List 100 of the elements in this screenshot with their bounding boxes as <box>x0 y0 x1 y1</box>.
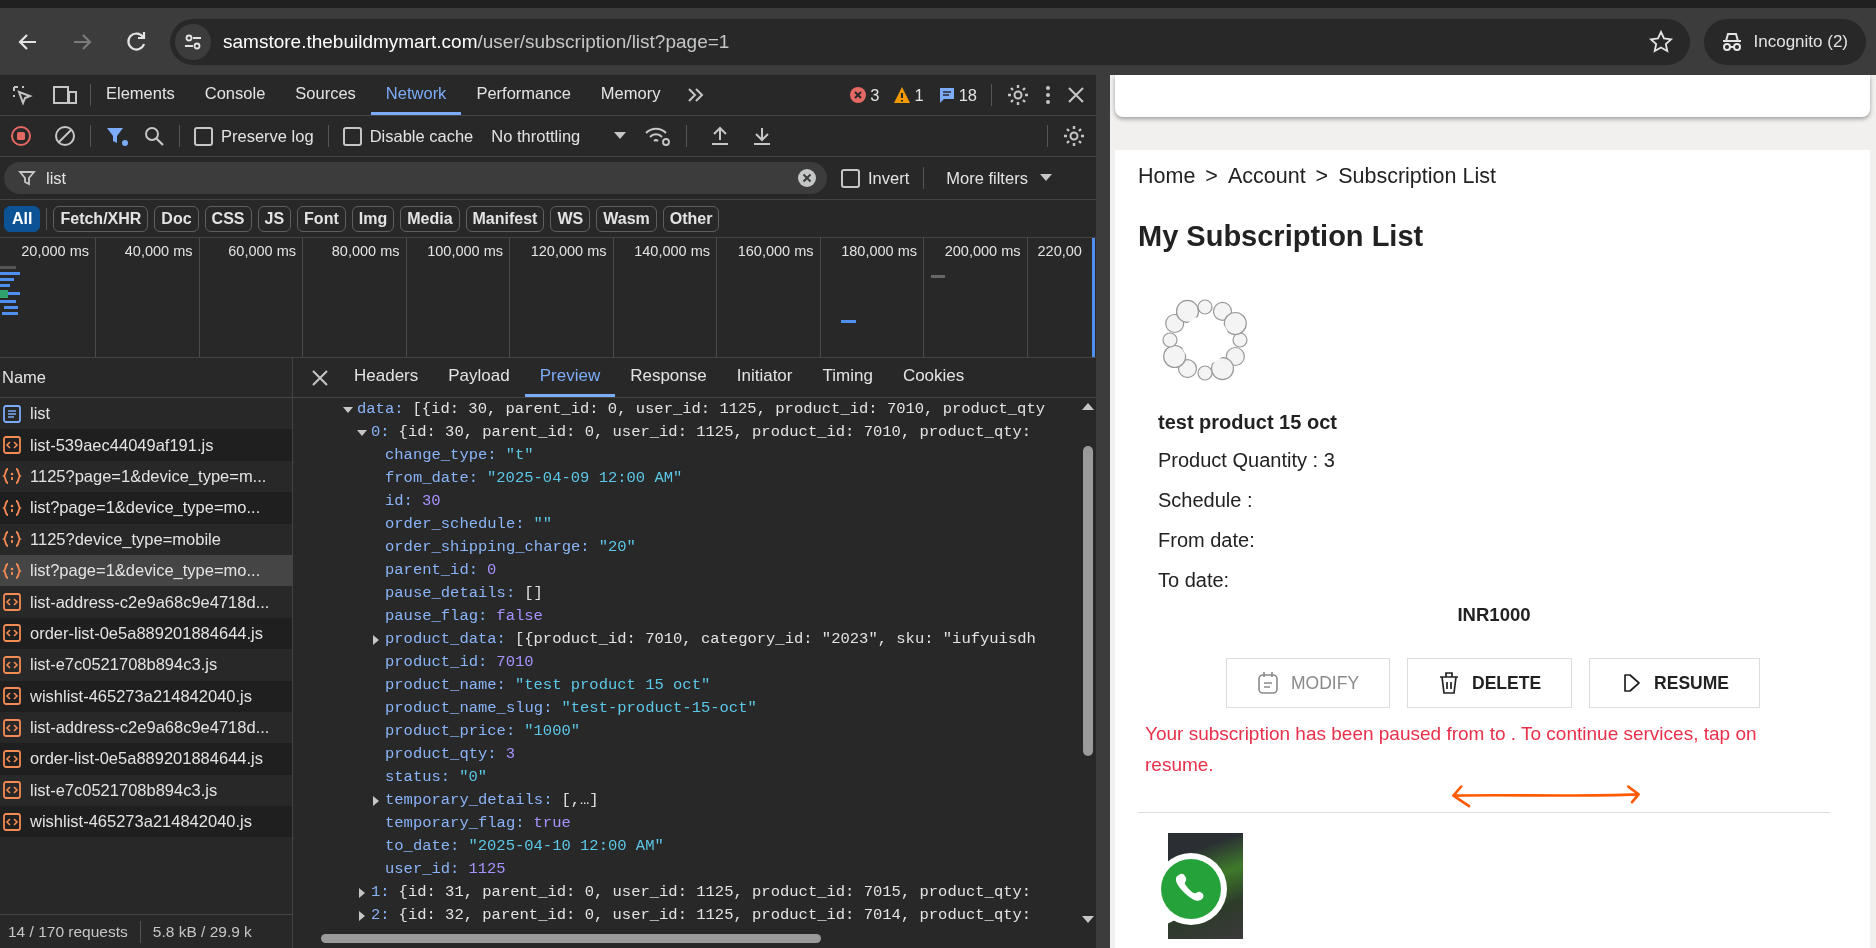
property-key: pause_flag: <box>385 605 488 628</box>
panel-tab[interactable]: Performance <box>461 75 586 115</box>
request-row[interactable]: order-list-0e5a889201884644.js <box>0 743 292 775</box>
script-file-icon <box>2 654 22 675</box>
property-key: product_name: <box>385 674 506 697</box>
type-filter-chip[interactable]: Doc <box>154 205 199 232</box>
filter-input[interactable]: list <box>46 168 787 188</box>
detail-tab[interactable]: Headers <box>339 358 434 397</box>
star-icon[interactable] <box>1647 28 1674 55</box>
property-key: parent_id: <box>385 559 478 582</box>
more-options-icon[interactable] <box>1044 83 1052 107</box>
type-filter-chip[interactable]: Font <box>297 205 346 232</box>
type-filter-chip[interactable]: Img <box>351 205 395 232</box>
timeline-tick-label: 100,000 ms <box>427 243 503 259</box>
detail-tab[interactable]: Preview <box>524 358 616 397</box>
type-filter-chip[interactable]: WS <box>550 205 591 232</box>
request-row[interactable]: list-e7c0521708b894c3.js <box>0 649 292 681</box>
column-header[interactable]: Name <box>2 368 46 387</box>
delete-button[interactable]: DELETE <box>1407 658 1573 708</box>
request-row[interactable]: 1125?page=1&device_type=m... <box>0 460 292 493</box>
script-file-icon <box>2 749 22 769</box>
network-conditions-icon[interactable] <box>644 125 673 147</box>
incognito-button[interactable]: Incognito (2) <box>1703 18 1866 65</box>
checkbox-label[interactable]: Invert <box>868 168 910 188</box>
detail-tab[interactable]: Initiator <box>721 358 808 397</box>
request-row[interactable]: list?page=1&device_type=mo... <box>0 492 292 524</box>
resume-button[interactable]: RESUME <box>1589 658 1760 708</box>
type-filter-chip[interactable]: JS <box>257 205 292 232</box>
detail-tab[interactable]: Timing <box>807 358 888 397</box>
close-icon[interactable] <box>311 368 329 387</box>
request-row[interactable]: list <box>0 398 292 430</box>
request-row[interactable]: list-address-c2e9a68c9e4718d... <box>0 586 292 618</box>
device-toolbar-icon[interactable] <box>52 83 78 107</box>
breadcrumb-link[interactable]: Account <box>1227 162 1306 190</box>
request-row[interactable]: list-address-c2e9a68c9e4718d... <box>0 711 292 744</box>
inspect-element-icon[interactable] <box>10 83 34 107</box>
expand-triangle-icon[interactable] <box>371 795 381 806</box>
type-filter-chip[interactable]: All <box>4 205 41 232</box>
expand-triangle-icon[interactable] <box>357 427 367 438</box>
settings-icon[interactable] <box>1062 124 1086 148</box>
warning-count[interactable]: 1 <box>914 85 924 105</box>
address-bar[interactable]: samstore.thebuildmymart.com/user/subscription/list?page=1 <box>170 18 1690 65</box>
type-filter-chip[interactable]: Media <box>400 205 460 232</box>
throttling-dropdown[interactable]: No throttling <box>487 126 631 146</box>
detail-tab[interactable]: Cookies <box>887 358 980 397</box>
stop-recording-icon[interactable] <box>10 125 32 147</box>
funnel-icon <box>18 169 36 187</box>
filter-icon[interactable] <box>105 125 129 147</box>
search-icon[interactable] <box>143 125 165 147</box>
property-value: "" <box>533 514 553 535</box>
detail-tab[interactable]: Payload <box>433 358 525 397</box>
expand-triangle-icon[interactable] <box>371 634 381 645</box>
checkbox[interactable] <box>841 168 860 188</box>
product-detail: Product Quantity : 3 <box>1157 448 1335 473</box>
settings-icon[interactable] <box>1006 83 1030 107</box>
panel-tab[interactable]: Network <box>370 75 462 115</box>
url-text[interactable]: samstore.thebuildmymart.com/user/subscription/list?page=1 <box>223 30 1636 53</box>
request-row[interactable]: list-539aec44049af191.js <box>0 429 292 461</box>
panel-tab[interactable]: Elements <box>91 75 190 115</box>
request-row[interactable]: 1125?device_type=mobile <box>0 523 292 555</box>
trash-icon <box>1438 671 1461 695</box>
panel-tab[interactable]: Memory <box>585 75 676 115</box>
type-filter-chip[interactable]: Manifest <box>465 205 545 232</box>
message-count[interactable]: 18 <box>958 85 977 105</box>
breadcrumb-link[interactable]: Subscription List <box>1338 162 1496 190</box>
request-row[interactable]: wishlist-465273a214842040.js <box>0 806 292 838</box>
breadcrumb-link[interactable]: Home <box>1138 162 1196 190</box>
expand-triangle-icon[interactable] <box>343 404 353 415</box>
timeline-tick-label: 160,000 ms <box>737 243 814 259</box>
filter-field[interactable]: list <box>4 162 827 194</box>
type-filter-chip[interactable]: CSS <box>204 205 252 232</box>
clear-icon[interactable] <box>54 125 76 147</box>
detail-tab[interactable]: Response <box>615 358 722 397</box>
property-key: temporary_details: <box>385 789 553 812</box>
error-count[interactable]: 3 <box>870 85 880 105</box>
property-key: 1: <box>371 881 390 904</box>
request-row[interactable]: wishlist-465273a214842040.js <box>0 680 292 712</box>
panel-tab[interactable]: Console <box>189 75 281 115</box>
property-value: true <box>533 813 571 834</box>
type-filter-chip[interactable]: Fetch/XHR <box>53 205 149 232</box>
checkbox-label[interactable]: Preserve log <box>221 126 314 146</box>
type-filter-chip[interactable]: Wasm <box>596 205 657 232</box>
request-row[interactable]: order-list-0e5a889201884644.js <box>0 617 292 650</box>
property-key: product_price: <box>385 720 516 743</box>
request-row[interactable]: list?page=1&device_type=mo... <box>0 554 292 587</box>
request-row[interactable]: list-e7c0521708b894c3.js <box>0 774 292 807</box>
more-filters-dropdown[interactable]: More filters <box>946 168 1052 188</box>
clear-filter-icon[interactable] <box>797 168 817 188</box>
checkbox[interactable] <box>194 126 213 146</box>
type-filter-chip[interactable]: Other <box>662 205 720 232</box>
expand-triangle-icon[interactable] <box>357 887 367 898</box>
close-icon[interactable] <box>1066 85 1086 105</box>
panel-tab[interactable]: Sources <box>280 75 371 115</box>
checkbox-label[interactable]: Disable cache <box>369 126 474 146</box>
site-settings-button[interactable] <box>175 23 211 60</box>
checkbox[interactable] <box>342 126 362 146</box>
curly-braces-icon <box>2 466 22 487</box>
scroll-down-icon[interactable] <box>1082 916 1094 924</box>
scroll-up-icon[interactable] <box>1082 402 1094 410</box>
expand-triangle-icon[interactable] <box>357 910 367 921</box>
